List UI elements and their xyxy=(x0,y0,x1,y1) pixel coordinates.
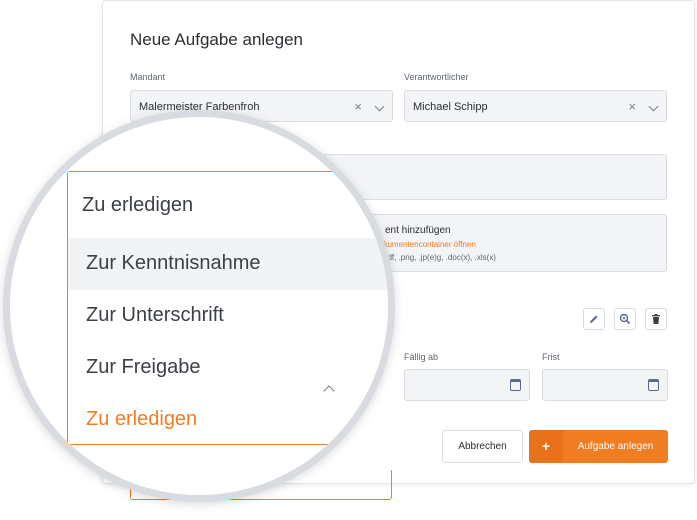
option-label: Zur Unterschrift xyxy=(86,304,224,326)
cancel-button[interactable]: Abbrechen xyxy=(442,430,523,463)
trash-icon xyxy=(652,314,660,324)
status-option-kenntnisnahme[interactable]: Zur Kenntnisnahme xyxy=(68,238,388,290)
verantwortlicher-value: Michael Schipp xyxy=(413,101,488,113)
zoom-in-icon xyxy=(619,313,631,325)
create-task-label: Aufgabe anlegen xyxy=(577,441,654,452)
status-option-erledigen[interactable]: Zu erledigen xyxy=(68,394,388,446)
document-container-link[interactable]: okumentencontainer öffnen xyxy=(379,240,476,249)
status-option-unterschrift[interactable]: Zur Unterschrift xyxy=(68,290,388,342)
allowed-formats: pdf, .png, .jp(e)g, .doc(x), .xls(x) xyxy=(383,253,496,262)
screen: Neue Aufgabe anlegen Mandant Malermeiste… xyxy=(0,0,697,520)
option-label: Zur Kenntnisnahme xyxy=(86,252,261,274)
option-label: Zur Freigabe xyxy=(86,356,201,378)
edit-button[interactable] xyxy=(583,308,605,330)
calendar-icon[interactable] xyxy=(510,379,521,391)
verantwortlicher-select[interactable]: Michael Schipp × xyxy=(404,90,667,122)
clear-icon[interactable]: × xyxy=(628,99,636,114)
chevron-down-icon[interactable] xyxy=(648,101,659,112)
verantwortlicher-label: Verantwortlicher xyxy=(404,72,469,82)
plus-icon: + xyxy=(529,430,563,463)
frist-datepicker[interactable] xyxy=(542,369,668,401)
faellig-ab-label: Fällig ab xyxy=(404,352,439,362)
chevron-down-icon[interactable] xyxy=(374,101,385,112)
attachment-title: ent hinzufügen xyxy=(385,225,451,236)
option-label: Zu erledigen xyxy=(86,408,198,430)
faellig-ab-datepicker[interactable] xyxy=(404,369,530,401)
magnified-content: Zu erledigen Zur Kenntnisnahme Zur Unter… xyxy=(10,117,388,495)
clear-icon[interactable]: × xyxy=(354,99,362,114)
zoom-button[interactable] xyxy=(614,308,636,330)
status-selected-value: Zu erledigen xyxy=(82,194,194,216)
calendar-icon[interactable] xyxy=(648,379,659,391)
status-select-current[interactable]: Zu erledigen xyxy=(68,172,388,236)
delete-button[interactable] xyxy=(645,308,667,330)
create-task-button[interactable]: + Aufgabe anlegen xyxy=(529,430,668,463)
magnifier-lens: Zu erledigen Zur Kenntnisnahme Zur Unter… xyxy=(3,110,395,502)
frist-label: Frist xyxy=(542,352,560,362)
status-dropdown[interactable]: Zu erledigen Zur Kenntnisnahme Zur Unter… xyxy=(67,171,388,446)
mandant-label: Mandant xyxy=(130,72,166,82)
dialog-title: Neue Aufgabe anlegen xyxy=(130,30,303,49)
pencil-icon xyxy=(590,315,598,323)
status-option-freigabe[interactable]: Zur Freigabe xyxy=(68,342,388,394)
